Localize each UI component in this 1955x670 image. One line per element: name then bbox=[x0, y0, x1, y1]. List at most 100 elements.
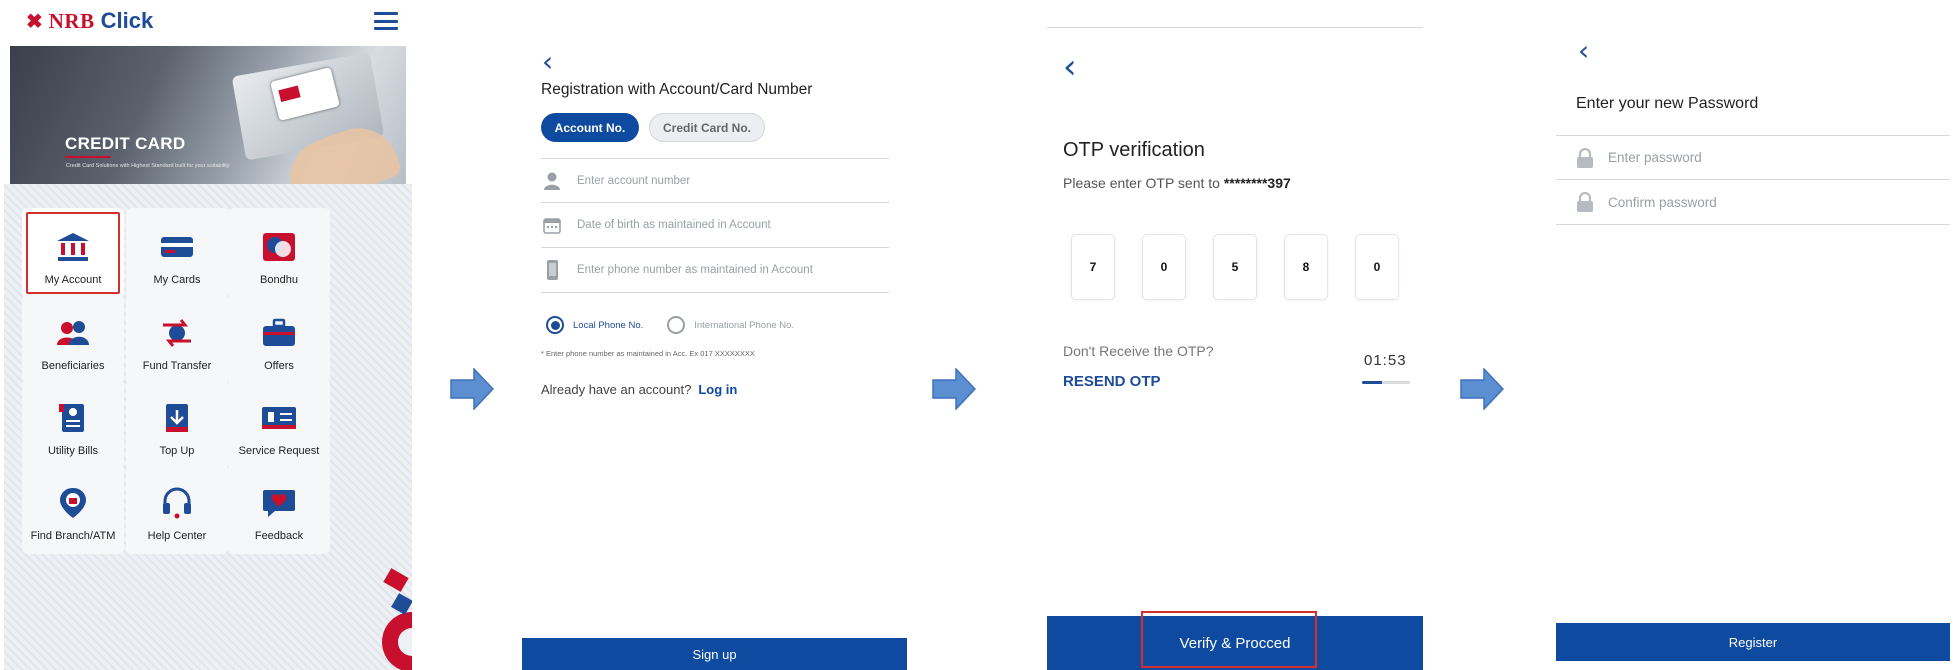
international-phone-label: International Phone No. bbox=[694, 319, 795, 331]
tile-label: Bondhu bbox=[260, 274, 298, 286]
top-divider bbox=[1047, 27, 1423, 28]
banner-subtitle: Credit Card Solutions with Highest Stand… bbox=[66, 163, 230, 169]
local-phone-label: Local Phone No. bbox=[573, 319, 644, 331]
confirm-password-input[interactable] bbox=[1608, 194, 1908, 210]
tile-label: Service Request bbox=[238, 445, 320, 457]
masked-phone-number: ********397 bbox=[1223, 175, 1291, 191]
decorative-pattern bbox=[382, 568, 412, 670]
transfer-icon bbox=[157, 316, 197, 350]
flow-arrow-icon bbox=[450, 368, 494, 410]
tile-label: Fund Transfer bbox=[142, 360, 212, 372]
banner-title: CREDIT CARD bbox=[65, 134, 186, 153]
tile-label: Utility Bills bbox=[47, 445, 99, 457]
tile-label: Help Center bbox=[147, 530, 207, 542]
local-phone-radio[interactable]: Local Phone No. bbox=[546, 316, 643, 334]
login-prompt: Already have an account? bbox=[541, 382, 692, 397]
back-chevron-icon[interactable]: ‹ bbox=[1578, 37, 1589, 65]
bank-icon bbox=[53, 230, 93, 264]
otp-not-received-text: Don't Receive the OTP? bbox=[1063, 343, 1214, 359]
tile-utility-bills[interactable]: Utility Bills bbox=[22, 379, 124, 469]
dob-row bbox=[541, 203, 889, 248]
password-input[interactable] bbox=[1608, 150, 1908, 165]
hamburger-menu-icon[interactable] bbox=[374, 12, 398, 30]
back-chevron-icon[interactable]: ‹ bbox=[542, 48, 553, 76]
back-chevron-icon[interactable]: ‹ bbox=[1063, 50, 1077, 84]
tile-fund-transfer[interactable]: Fund Transfer bbox=[126, 294, 228, 384]
logo-brand-click: Click bbox=[100, 8, 154, 33]
account-number-row bbox=[541, 158, 889, 203]
headset-icon bbox=[157, 486, 197, 520]
tile-label: Top Up bbox=[159, 445, 195, 457]
logo-mark-icon: ✖ bbox=[26, 9, 43, 33]
resend-otp-link[interactable]: RESEND OTP bbox=[1063, 373, 1161, 390]
location-icon bbox=[53, 486, 93, 520]
phone-icon bbox=[541, 259, 563, 281]
otp-digit-box[interactable]: 5 bbox=[1213, 234, 1257, 300]
tile-beneficiaries[interactable]: Beneficiaries bbox=[22, 294, 124, 384]
dob-input[interactable] bbox=[577, 219, 857, 231]
otp-title: OTP verification bbox=[1063, 139, 1205, 161]
phone-row bbox=[541, 248, 889, 293]
signup-button[interactable]: Sign up bbox=[522, 638, 907, 670]
phone-input[interactable] bbox=[577, 264, 857, 276]
tab-credit-card-no[interactable]: Credit Card No. bbox=[649, 113, 765, 142]
nrb-click-logo: ✖ NRB Click bbox=[26, 6, 153, 36]
home-screen: ✖ NRB Click CREDIT CARD Credit Card Solu… bbox=[4, 0, 412, 670]
tile-label: Find Branch/ATM bbox=[30, 530, 116, 542]
calendar-icon bbox=[541, 214, 563, 236]
tab-account-no[interactable]: Account No. bbox=[541, 113, 639, 142]
otp-digit-box[interactable]: 7 bbox=[1071, 234, 1115, 300]
user-icon bbox=[541, 170, 563, 192]
tile-label: My Cards bbox=[153, 274, 201, 286]
otp-timer: 01:53 bbox=[1364, 352, 1407, 369]
flow-arrow-icon bbox=[932, 368, 976, 410]
radio-selected-icon bbox=[546, 316, 564, 334]
lock-icon bbox=[1577, 147, 1593, 168]
tile-label: Beneficiaries bbox=[41, 360, 105, 372]
tile-my-cards[interactable]: My Cards bbox=[126, 208, 228, 298]
confirm-password-row bbox=[1556, 180, 1950, 225]
users-icon bbox=[53, 316, 93, 350]
heart-chat-icon bbox=[259, 486, 299, 520]
tile-top-up[interactable]: Top Up bbox=[126, 379, 228, 469]
otp-digit-box[interactable]: 8 bbox=[1284, 234, 1328, 300]
account-number-input[interactable] bbox=[577, 174, 857, 187]
tile-offers[interactable]: Offers bbox=[228, 294, 330, 384]
international-phone-radio[interactable]: International Phone No. bbox=[667, 316, 794, 334]
otp-digit-box[interactable]: 0 bbox=[1355, 234, 1399, 300]
tile-label: My Account bbox=[44, 274, 102, 286]
radio-unselected-icon bbox=[667, 316, 686, 334]
tile-service-request[interactable]: Service Request bbox=[228, 379, 330, 469]
service-icon bbox=[259, 401, 299, 435]
briefcase-icon bbox=[259, 316, 299, 350]
new-password-title: Enter your new Password bbox=[1576, 95, 1759, 112]
phone-type-radio-group: Local Phone No. International Phone No. bbox=[546, 316, 794, 334]
otp-digit-box[interactable]: 0 bbox=[1142, 234, 1186, 300]
tile-bondhu[interactable]: Bondhu bbox=[228, 208, 330, 298]
tile-label: Offers bbox=[264, 360, 294, 372]
card-icon bbox=[157, 230, 197, 264]
tile-label: Feedback bbox=[254, 530, 304, 542]
tile-my-account[interactable]: My Account bbox=[22, 208, 124, 298]
tile-help-center[interactable]: Help Center bbox=[126, 464, 228, 554]
phone-hint: * Enter phone number as maintained in Ac… bbox=[541, 349, 755, 358]
login-link[interactable]: Log in bbox=[698, 382, 737, 397]
login-prompt-row: Already have an account? Log in bbox=[541, 382, 737, 397]
verify-proceed-button[interactable]: Verify & Procced bbox=[1047, 616, 1423, 670]
otp-subtitle-text: Please enter OTP sent to bbox=[1063, 175, 1220, 191]
bill-icon bbox=[53, 401, 93, 435]
banner-underline bbox=[65, 156, 111, 158]
password-row bbox=[1556, 135, 1950, 180]
registration-title: Registration with Account/Card Number bbox=[541, 81, 813, 98]
otp-subtitle: Please enter OTP sent to ********397 bbox=[1063, 175, 1291, 191]
tile-feedback[interactable]: Feedback bbox=[228, 464, 330, 554]
topup-icon bbox=[157, 401, 197, 435]
service-grid: My Account My Cards Bondhu Beneficiaries Fun… bbox=[4, 184, 412, 670]
bondhu-icon bbox=[259, 230, 299, 264]
lock-icon bbox=[1577, 192, 1593, 212]
promo-banner[interactable]: CREDIT CARD Credit Card Solutions with H… bbox=[10, 46, 406, 184]
tile-find-branch-atm[interactable]: Find Branch/ATM bbox=[22, 464, 124, 554]
register-button[interactable]: Register bbox=[1556, 623, 1950, 661]
otp-timer-progress bbox=[1362, 381, 1410, 384]
flow-arrow-icon bbox=[1460, 368, 1504, 410]
